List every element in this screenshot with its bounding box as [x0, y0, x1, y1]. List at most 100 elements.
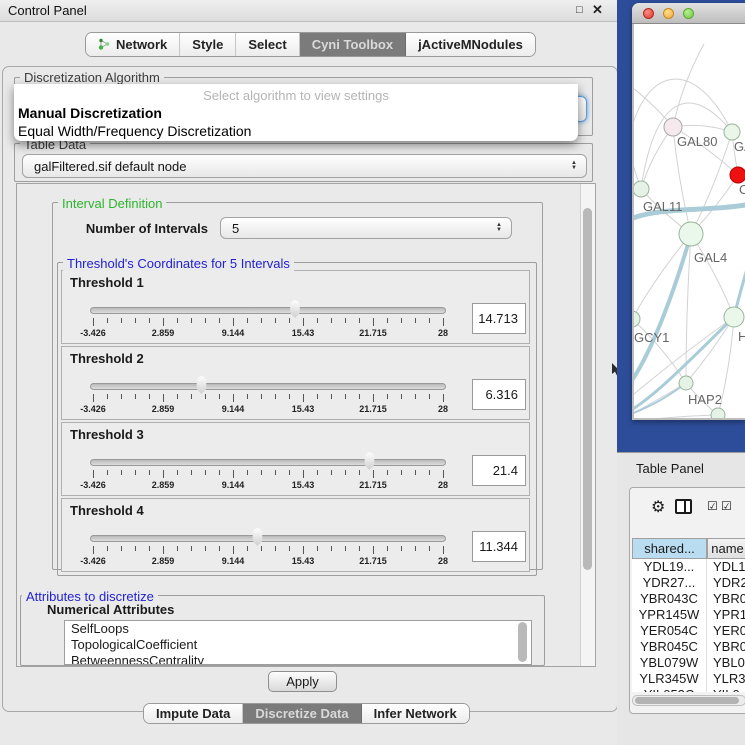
threshold-label: Threshold 3 — [70, 427, 144, 442]
cell-name: YBR0 — [707, 591, 745, 607]
slider-tick-labels: -3.4262.8599.14415.4321.71528 — [93, 556, 444, 568]
threshold-value-field[interactable]: 14.713 — [472, 303, 526, 334]
checkbox-icon[interactable]: ☑ — [707, 499, 718, 513]
table-hscrollbar-thumb[interactable] — [635, 697, 739, 704]
table-data-value: galFiltered.sif default node — [34, 159, 186, 174]
attribute-item-topologicalcoefficient[interactable]: TopologicalCoefficient — [65, 637, 531, 653]
combo-arrows-icon: ▲▼ — [571, 161, 577, 171]
tab-infer-network[interactable]: Infer Network — [362, 704, 469, 723]
attribute-item-selfloops[interactable]: SelfLoops — [65, 621, 531, 637]
table-hscrollbar-track[interactable] — [632, 695, 745, 706]
threshold-panel-1: Threshold 1-3.4262.8599.14415.4321.71528… — [61, 270, 530, 344]
zoom-traffic-light-icon[interactable] — [683, 8, 694, 19]
table-row[interactable]: YBL079WYBL0 — [632, 655, 745, 671]
network-node-hap2[interactable] — [679, 376, 693, 390]
tab-discretize-data[interactable]: Discretize Data — [243, 704, 361, 723]
column-layout-icon[interactable] — [675, 499, 692, 514]
num-intervals-value: 5 — [232, 221, 239, 236]
slider-track[interactable] — [90, 383, 446, 390]
tab-network[interactable]: Network — [86, 33, 180, 56]
close-icon[interactable]: ✕ — [592, 2, 603, 18]
tab-cyni-toolbox[interactable]: Cyni Toolbox — [300, 33, 406, 56]
interval-group-title: Interval Definition — [58, 196, 166, 211]
tab-select[interactable]: Select — [236, 33, 299, 56]
network-node-h[interactable] — [724, 307, 744, 327]
gear-icon[interactable]: ⚙ — [651, 497, 665, 517]
dropdown-hint: Select algorithm to view settings — [14, 88, 578, 103]
attribute-item-betweennesscentrality[interactable]: BetweennessCentrality — [65, 653, 531, 665]
slider-ticks — [93, 470, 444, 479]
cell-name: YIL0 — [707, 687, 740, 692]
cell-name: YER0 — [707, 623, 745, 639]
attributes-list-scrollbar-thumb[interactable] — [518, 622, 527, 662]
close-traffic-light-icon[interactable] — [643, 8, 654, 19]
float-icon[interactable]: □ — [576, 2, 583, 18]
threshold-panel-4: Threshold 4 -3.4262.8599.14415.4321.71528… — [61, 498, 530, 572]
threshold-value-field[interactable]: 11.344 — [472, 531, 526, 562]
network-node-label: GAL11 — [643, 199, 683, 214]
cell-shared-name: YDR27... — [632, 575, 707, 591]
threshold-value-field[interactable]: 6.316 — [472, 379, 526, 410]
cell-shared-name: YDL19... — [632, 559, 707, 575]
cell-name: YBL0 — [707, 655, 745, 671]
network-node[interactable] — [711, 408, 725, 418]
network-node-gcy1[interactable] — [634, 311, 640, 327]
slider-ticks — [93, 318, 444, 327]
threshold-label: Threshold 4 — [70, 503, 144, 518]
numerical-attributes-list[interactable]: SelfLoopsTopologicalCoefficientBetweenne… — [64, 620, 532, 665]
table-data-combobox[interactable]: galFiltered.sif default node ▲▼ — [22, 154, 587, 178]
network-graph: GAL80GACGAL11GAL4GCY1HHAP2 — [634, 24, 745, 418]
table-row[interactable]: YBR045CYBR0 — [632, 639, 745, 655]
slider-track[interactable] — [90, 535, 446, 542]
table-panel-card: ⚙ ☑ ☑ shared...name YDL19...YDL1YDR27...… — [629, 487, 745, 714]
dropdown-item-equal-width-frequency-discretization[interactable]: Equal Width/Frequency Discretization — [18, 123, 574, 140]
tab-label: Discretize Data — [255, 706, 348, 721]
cell-shared-name: YIL052C — [632, 687, 707, 692]
network-window-titlebar[interactable] — [632, 3, 745, 24]
threshold-panel-3: Threshold 3 -3.4262.8599.14415.4321.71528… — [61, 422, 530, 496]
checkbox-icon[interactable]: ☑ — [721, 499, 732, 513]
slider-track[interactable] — [90, 307, 446, 314]
tab-jactivemnodules[interactable]: jActiveMNodules — [406, 33, 535, 56]
app-root: Control Panel □ ✕ NetworkStyleSelectCyni… — [0, 0, 745, 745]
dropdown-item-manual-discretization[interactable]: Manual Discretization — [18, 105, 574, 122]
table-row[interactable]: YPR145WYPR1 — [632, 607, 745, 623]
tab-label: Cyni Toolbox — [312, 37, 393, 52]
table-panel-title: Table Panel — [636, 461, 704, 476]
cell-name: YPR1 — [707, 607, 745, 623]
table-row[interactable]: YDR27...YDR2 — [632, 575, 745, 591]
numerical-attributes-label: Numerical Attributes — [47, 602, 174, 617]
cell-shared-name: YBR045C — [632, 639, 707, 655]
combo-arrows-icon: ▲▼ — [496, 223, 502, 233]
control-panel-tabbar: Network Style Select Cyni Toolbox jActiveMNo… — [85, 32, 536, 57]
network-node-label: H — [738, 329, 745, 344]
network-node-gal11[interactable] — [634, 181, 649, 197]
network-node-label: HAP2 — [688, 392, 722, 407]
cell-name: YBR0 — [707, 639, 745, 655]
network-node-label: C — [739, 182, 745, 197]
table-column-header-shared-[interactable]: shared... — [632, 538, 707, 559]
network-canvas[interactable]: GAL80GACGAL11GAL4GCY1HHAP2 — [634, 24, 745, 418]
threshold-panel-2: Threshold 2-3.4262.8599.14415.4321.71528… — [61, 346, 530, 420]
network-node-ga[interactable] — [724, 124, 740, 140]
table-row[interactable]: YER054CYER0 — [632, 623, 745, 639]
num-intervals-combobox[interactable]: 5 ▲▼ — [220, 217, 512, 239]
slider-track[interactable] — [90, 459, 446, 466]
threshold-value-field[interactable]: 21.4 — [472, 455, 526, 486]
table-row[interactable]: YLR345WYLR3 — [632, 671, 745, 687]
slider-tick-labels: -3.4262.8599.14415.4321.71528 — [93, 480, 444, 492]
table-row[interactable]: YIL052CYIL0 — [632, 687, 745, 692]
tab-style[interactable]: Style — [180, 33, 236, 56]
apply-button[interactable]: Apply — [268, 671, 337, 692]
tab-label: Select — [248, 37, 286, 52]
viewport-scrollbar-thumb[interactable] — [583, 208, 592, 570]
table-row[interactable]: YDL19...YDL1 — [632, 559, 745, 575]
table-row[interactable]: YBR043CYBR0 — [632, 591, 745, 607]
table-column-header-name[interactable]: name — [707, 538, 745, 559]
attributes-group-title: Attributes to discretize — [22, 589, 158, 604]
minimize-traffic-light-icon[interactable] — [663, 8, 674, 19]
network-node-c[interactable] — [730, 167, 745, 183]
tab-label: Network — [116, 37, 167, 52]
network-node-gal4[interactable] — [679, 222, 703, 246]
tab-impute-data[interactable]: Impute Data — [144, 704, 243, 723]
